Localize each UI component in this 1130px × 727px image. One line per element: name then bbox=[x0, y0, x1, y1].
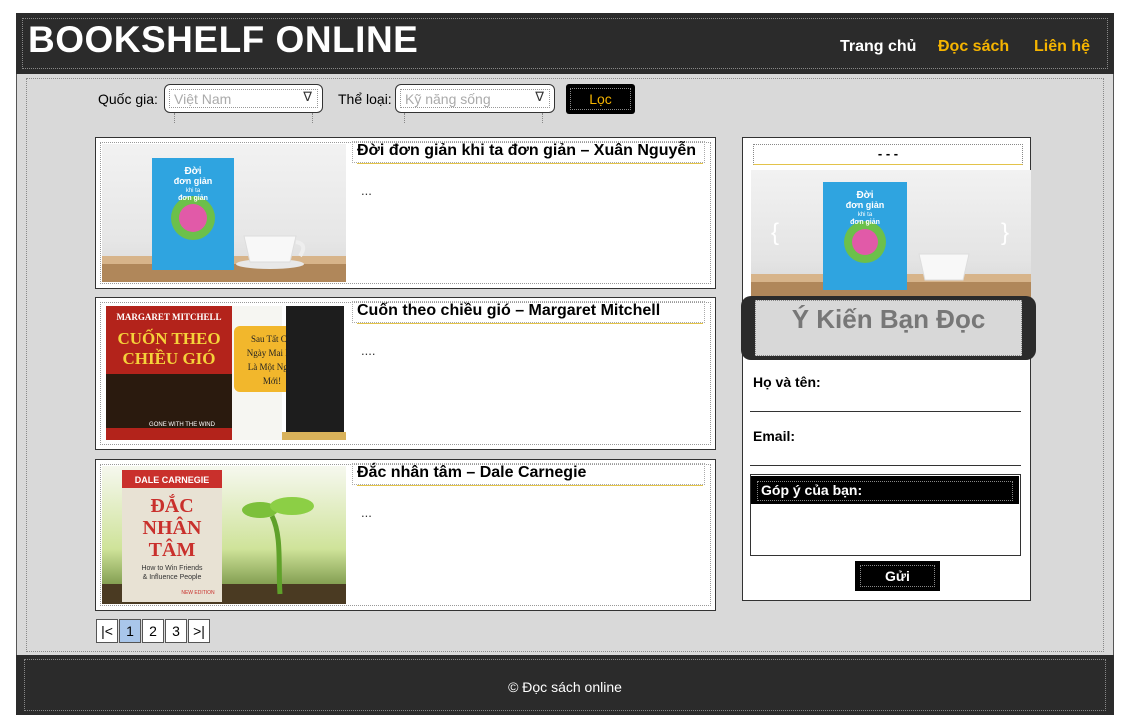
name-field[interactable] bbox=[750, 411, 1021, 412]
cover-text: khi ta bbox=[858, 212, 873, 218]
cover-text: NEW EDITION bbox=[181, 590, 215, 596]
footer: © Đọc sách online bbox=[16, 655, 1114, 715]
comment-label: Góp ý của bạn: bbox=[757, 481, 1013, 501]
page-1-button[interactable]: 1 bbox=[119, 619, 141, 643]
page-2-button[interactable]: 2 bbox=[142, 619, 164, 643]
cover-text: NHÂN bbox=[143, 515, 202, 539]
nav-contact[interactable]: Liên hệ bbox=[1034, 38, 1090, 56]
book-description: ... bbox=[361, 505, 372, 520]
cover-text: CHIỀU GIÓ bbox=[122, 349, 215, 368]
genre-select[interactable]: Kỹ năng sống ∇ bbox=[395, 84, 555, 113]
site-logo[interactable]: BOOKSHELF ONLINE bbox=[28, 18, 418, 62]
book-title[interactable]: Cuốn theo chiều gió – Margaret Mitchell bbox=[357, 302, 703, 324]
book-description: ... bbox=[361, 183, 372, 198]
slider-prev-icon: { bbox=[771, 219, 779, 246]
email-field[interactable] bbox=[750, 465, 1021, 466]
cover-text: khi ta bbox=[186, 188, 201, 194]
feedback-header: Ý Kiến Bạn Đọc bbox=[741, 296, 1036, 360]
cover-text: Mới! bbox=[263, 376, 281, 386]
book-title[interactable]: Đắc nhân tâm – Dale Carnegie bbox=[357, 464, 703, 486]
book-cover-image[interactable]: Đời đơn giản khi ta đơn giản bbox=[102, 144, 346, 282]
country-label: Quốc gia: bbox=[98, 91, 158, 107]
cover-text: CUỐN THEO bbox=[117, 328, 220, 348]
page-last-button[interactable]: >| bbox=[188, 619, 210, 643]
genre-dropdown-ghost bbox=[404, 113, 543, 123]
nav-read-books[interactable]: Đọc sách bbox=[938, 38, 1009, 56]
book-card[interactable]: DALE CARNEGIE ĐẮC NHÂN TÂM How to Win Fr… bbox=[95, 459, 716, 611]
cover-text: ĐẮC bbox=[150, 493, 193, 517]
book-cover-image[interactable]: DALE CARNEGIE ĐẮC NHÂN TÂM How to Win Fr… bbox=[102, 466, 346, 604]
comment-label-bar: Góp ý của bạn: bbox=[751, 476, 1019, 504]
cover-text: GONE WITH THE WIND bbox=[149, 422, 216, 428]
name-label: Họ và tên: bbox=[753, 374, 821, 390]
page-first-button[interactable]: |< bbox=[96, 619, 118, 643]
page-3-button[interactable]: 3 bbox=[165, 619, 187, 643]
cover-text: How to Win Friends bbox=[141, 565, 203, 572]
cover-text: đơn giản bbox=[846, 200, 884, 210]
slider-image[interactable]: Đời đơn giản khi ta đơn giản { } bbox=[751, 170, 1031, 298]
genre-select-value: Kỹ năng sống bbox=[405, 91, 491, 107]
country-select-value: Việt Nam bbox=[174, 91, 232, 107]
book-title[interactable]: Đời đơn giản khi ta đơn giản – Xuân Nguy… bbox=[357, 142, 703, 164]
cover-text: TÂM bbox=[149, 537, 196, 561]
genre-label: Thể loại: bbox=[338, 91, 392, 107]
cover-text: MARGARET MITCHELL bbox=[116, 312, 221, 322]
cover-text: đơn giản bbox=[174, 176, 212, 186]
cover-text: & Influence People bbox=[143, 574, 202, 581]
country-select[interactable]: Việt Nam ∇ bbox=[164, 84, 323, 113]
slider-next-icon: } bbox=[1001, 219, 1009, 246]
book-cover-image[interactable]: MARGARET MITCHELL CUỐN THEO CHIỀU GIÓ GO… bbox=[102, 304, 346, 442]
chevron-down-icon: ∇ bbox=[303, 89, 312, 104]
feedback-title: Ý Kiến Bạn Đọc bbox=[791, 304, 986, 334]
pagination: |< 1 2 3 >| bbox=[96, 619, 211, 643]
book-card[interactable]: Đời đơn giản khi ta đơn giản Đời đơn giả… bbox=[95, 137, 716, 289]
cover-text: đơn giản bbox=[850, 219, 880, 226]
country-dropdown-ghost bbox=[174, 113, 313, 123]
email-label: Email: bbox=[753, 428, 796, 444]
send-button[interactable]: Gửi bbox=[855, 561, 940, 591]
book-description: .... bbox=[361, 343, 376, 358]
cover-text: đơn giản bbox=[178, 195, 208, 202]
footer-copyright: © Đọc sách online bbox=[508, 679, 622, 695]
nav-home[interactable]: Trang chủ bbox=[840, 38, 916, 56]
book-card[interactable]: MARGARET MITCHELL CUỐN THEO CHIỀU GIÓ GO… bbox=[95, 297, 716, 450]
chevron-down-icon: ∇ bbox=[535, 89, 544, 104]
cover-text: DALE CARNEGIE bbox=[135, 475, 210, 485]
slider-caption: - - - bbox=[753, 144, 1023, 165]
filter-button[interactable]: Lọc bbox=[566, 84, 635, 114]
